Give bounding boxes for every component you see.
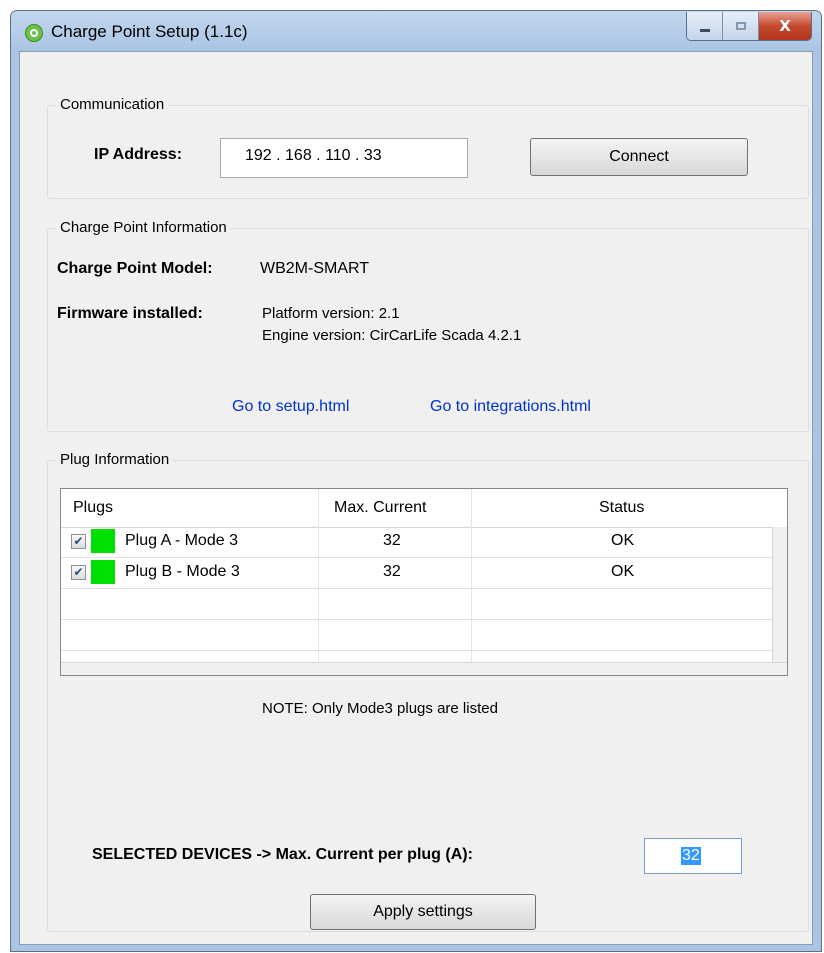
connect-button[interactable]: Connect [530, 138, 748, 176]
connect-button-label: Connect [609, 148, 669, 165]
title-bar[interactable]: Charge Point Setup (1.1c) X [11, 11, 821, 51]
plug-a-status: OK [611, 532, 635, 549]
column-header-plugs[interactable]: Plugs [73, 499, 113, 517]
app-icon [25, 24, 43, 42]
engine-version: Engine version: CirCarLife Scada 4.2.1 [262, 327, 522, 344]
plug-a-status-color [91, 529, 115, 553]
table-row[interactable]: ✔ Plug B - Mode 3 32 OK [61, 558, 773, 589]
maximize-button[interactable] [723, 12, 759, 40]
max-current-input[interactable]: 32 [644, 838, 742, 874]
close-button[interactable]: X [759, 12, 811, 40]
column-header-max-current[interactable]: Max. Current [334, 499, 426, 517]
minimize-button[interactable] [687, 12, 723, 40]
plug-b-max-current: 32 [383, 563, 401, 580]
column-header-status[interactable]: Status [599, 499, 644, 517]
plug-b-status: OK [611, 563, 635, 580]
plug-a-name: Plug A - Mode 3 [125, 532, 238, 549]
integrations-link[interactable]: Go to integrations.html [430, 398, 591, 416]
plug-info-legend: Plug Information [56, 451, 174, 468]
selected-devices-label: SELECTED DEVICES -> Max. Current per plu… [92, 846, 473, 863]
plug-b-name: Plug B - Mode 3 [125, 563, 240, 580]
plug-a-max-current: 32 [383, 532, 401, 549]
table-row [61, 620, 773, 651]
minimize-icon [699, 28, 710, 32]
charge-point-info-legend: Charge Point Information [56, 219, 231, 236]
max-current-value: 32 [681, 847, 701, 865]
ip-address-field[interactable]: 192 . 168 . 110 . 33 [220, 138, 468, 178]
plug-b-checkbox[interactable]: ✔ [71, 565, 86, 580]
setup-link[interactable]: Go to setup.html [232, 398, 349, 416]
plug-a-checkbox[interactable]: ✔ [71, 534, 86, 549]
ip-address-label: IP Address: [94, 146, 183, 163]
client-area: Communication IP Address: 192 . 168 . 11… [19, 51, 813, 945]
apply-settings-label: Apply settings [373, 903, 473, 920]
plug-b-status-color [91, 560, 115, 584]
plugs-table[interactable]: Plugs Max. Current Status ✔ Plug A - Mod… [60, 488, 788, 676]
table-row[interactable]: ✔ Plug A - Mode 3 32 OK [61, 527, 773, 558]
close-icon: X [779, 17, 791, 35]
maximize-icon [735, 22, 746, 30]
plugs-note: NOTE: Only Mode3 plugs are listed [262, 700, 498, 717]
window-title: Charge Point Setup (1.1c) [51, 22, 248, 41]
table-header: Plugs Max. Current Status [61, 489, 787, 528]
vertical-scrollbar[interactable] [772, 527, 787, 665]
communication-legend: Communication [56, 96, 169, 113]
firmware-label: Firmware installed: [57, 305, 203, 322]
apply-settings-button[interactable]: Apply settings [310, 894, 536, 930]
app-window: Charge Point Setup (1.1c) X Communicatio… [10, 10, 822, 952]
caption-buttons: X [686, 12, 812, 41]
model-value: WB2M-SMART [260, 260, 370, 277]
horizontal-scrollbar[interactable] [61, 662, 787, 675]
platform-version: Platform version: 2.1 [262, 305, 400, 322]
model-label: Charge Point Model: [57, 260, 213, 277]
ip-address-value: 192 . 168 . 110 . 33 [245, 147, 382, 164]
table-row [61, 589, 773, 620]
